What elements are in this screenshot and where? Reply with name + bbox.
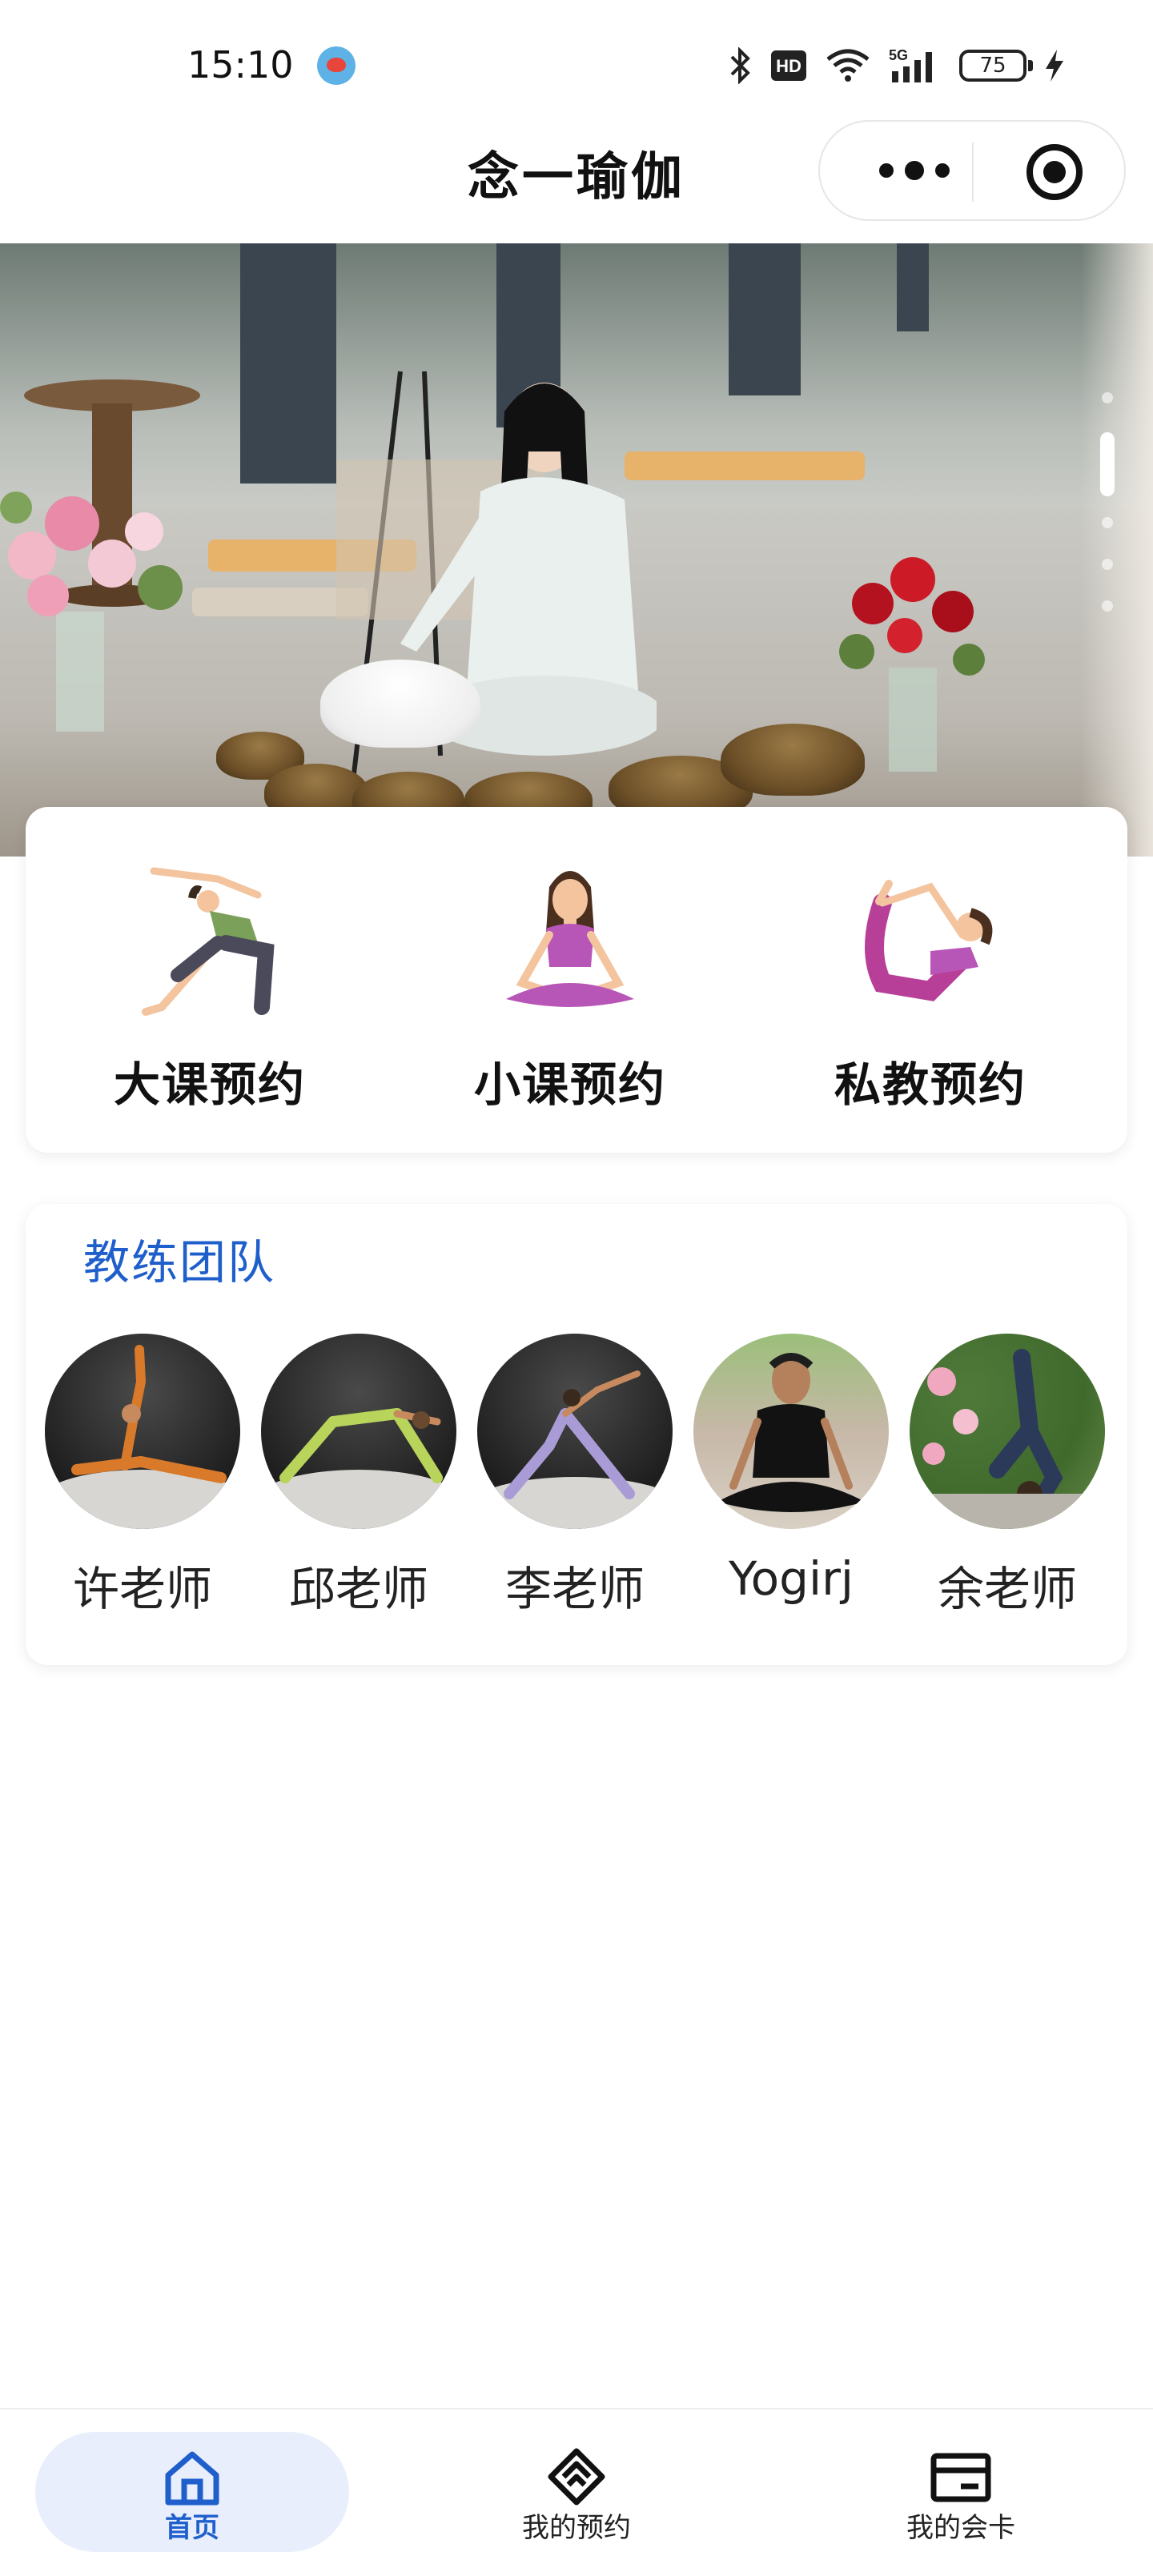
bluetooth-icon [730,47,750,84]
tab-label: 我的预约 [522,2512,631,2544]
tab-my-cards[interactable]: 我的会卡 [769,2409,1153,2576]
status-bar: 15:10 HD 5G 75 [0,0,1153,120]
coach-photo [910,1349,1105,1529]
crystal-bowl [320,660,480,748]
coach-item[interactable]: Yogirj [693,1334,889,1606]
flowers-left-illustration [0,492,183,732]
coach-name: 许老师 [72,1562,212,1616]
coach-name: Yogirj [728,1551,854,1606]
banner-edge-fade [1081,243,1153,857]
home-icon [165,2451,219,2506]
coach-name: 邱老师 [288,1562,428,1616]
tab-label: 首页 [165,2512,219,2544]
carousel-dot-active[interactable] [1100,432,1115,496]
booking-label: 私教预约 [834,1057,1026,1112]
coach-item[interactable]: 许老师 [45,1334,240,1616]
coach-photo [261,1408,456,1529]
close-target-icon[interactable] [1026,144,1083,200]
banner-pillar [897,243,929,331]
charging-icon [1046,50,1063,82]
yoga-lotus-pose-icon [506,871,634,1007]
coach-team-title: 教练团队 [83,1235,276,1290]
card-icon [930,2453,991,2502]
flowers-right-illustration [839,557,985,772]
tab-home[interactable]: 首页 [0,2409,384,2576]
coach-team-card: 教练团队 许老师 邱老师 李老师 Yogirj 余老师 [26,1204,1127,1665]
coach-name: 余老师 [937,1562,1077,1616]
capsule-divider [972,142,974,202]
svg-text:5G: 5G [889,47,908,63]
bottom-tab-bar: 首页 我的预约 我的会卡 [0,2408,1153,2576]
avatar[interactable] [910,1334,1105,1529]
avatar[interactable] [261,1334,456,1529]
booking-card: 大课预约 小课预约 私教预约 [26,807,1127,1153]
coach-item[interactable]: 邱老师 [261,1334,456,1616]
hd-icon: HD [771,50,806,81]
5g-signal-icon: 5G [889,47,932,82]
coach-photo [45,1345,240,1529]
hero-banner[interactable] [0,243,1153,857]
battery-level: 75 [979,54,1006,78]
tab-my-bookings[interactable]: 我的预约 [384,2409,769,2576]
booking-label: 大课预约 [113,1057,306,1112]
carousel-dot[interactable] [1102,517,1113,528]
large-class-booking-button[interactable]: 大课预约 [26,807,346,1153]
yoga-triangle-pose-icon [142,867,275,1016]
battery-icon: 75 [959,50,1033,82]
private-class-booking-button[interactable]: 私教预约 [746,807,1067,1153]
coach-photo [477,1370,673,1529]
coach-item[interactable]: 李老师 [477,1334,673,1616]
avatar[interactable] [45,1334,240,1529]
banner-pillar [729,243,801,395]
coach-item[interactable]: 余老师 [910,1334,1105,1616]
status-icons: HD 5G 75 [729,42,1065,90]
carousel-dot[interactable] [1102,600,1113,612]
coach-name: 李老师 [504,1562,645,1616]
avatar[interactable] [693,1334,889,1529]
small-class-booking-button[interactable]: 小课预约 [386,807,706,1153]
tab-label: 我的会卡 [906,2512,1015,2544]
yoga-bow-pose-icon [865,880,993,1001]
notification-app-icon [317,46,356,85]
mini-program-capsule [818,120,1126,221]
carousel-dot[interactable] [1102,392,1113,403]
svg-text:HD: HD [776,56,801,76]
wifi-icon [826,49,870,82]
status-time: 15:10 [187,43,294,86]
coach-photo [717,1353,865,1512]
booking-label: 小课预约 [473,1057,666,1112]
more-icon[interactable] [879,161,950,180]
avatar[interactable] [477,1334,673,1529]
carousel-indicator[interactable] [1099,392,1115,672]
carousel-dot[interactable] [1102,559,1113,570]
booking-icon [548,2448,605,2506]
yoga-mat [625,451,865,480]
